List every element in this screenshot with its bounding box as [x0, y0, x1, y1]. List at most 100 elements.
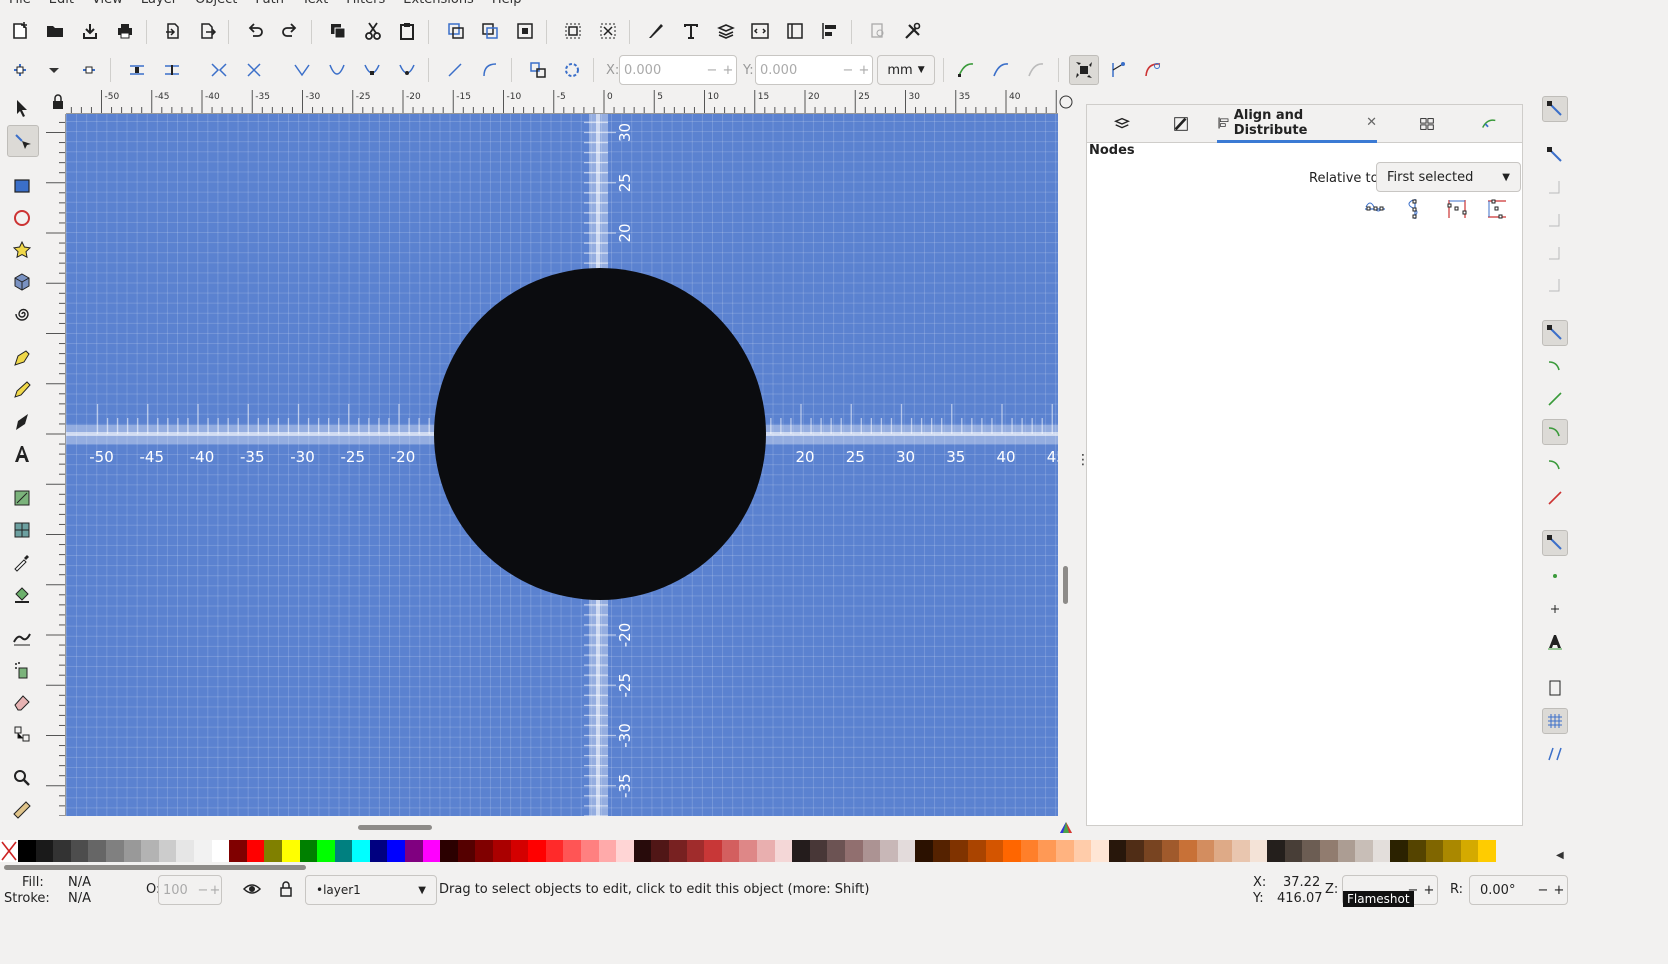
color-swatch[interactable] — [264, 840, 282, 862]
fill-value[interactable]: N/A — [68, 875, 91, 890]
color-swatch[interactable] — [88, 840, 106, 862]
color-swatch[interactable] — [1425, 840, 1444, 862]
color-swatch[interactable] — [1214, 840, 1232, 862]
color-swatch[interactable] — [1478, 840, 1496, 862]
new-document-button[interactable] — [7, 18, 33, 44]
color-swatch[interactable] — [1056, 840, 1074, 862]
node-smooth-button[interactable] — [324, 57, 350, 83]
color-swatch[interactable] — [53, 840, 71, 862]
tab-fill-stroke[interactable] — [1161, 105, 1201, 143]
color-swatch[interactable] — [422, 840, 441, 862]
snap-bbox-corner-button[interactable] — [1542, 207, 1568, 233]
export-button[interactable] — [194, 18, 220, 44]
color-swatch[interactable] — [897, 840, 916, 862]
color-swatch[interactable] — [1126, 840, 1144, 862]
delete-segment-button[interactable] — [241, 57, 267, 83]
color-swatch[interactable] — [405, 840, 423, 862]
toggle-layer-visibility-button[interactable] — [242, 879, 266, 901]
color-swatch[interactable] — [932, 840, 951, 862]
color-swatch[interactable] — [510, 840, 529, 862]
mesh-tool[interactable] — [9, 517, 35, 543]
stroke-to-path-button[interactable] — [559, 57, 585, 83]
color-swatch[interactable] — [334, 840, 353, 862]
rectangle-tool[interactable] — [9, 173, 35, 199]
next-path-effect-button[interactable] — [953, 57, 979, 83]
snap-bbox-midpoint-button[interactable] — [1542, 240, 1568, 266]
color-swatch[interactable] — [70, 840, 89, 862]
color-swatch[interactable] — [528, 840, 546, 862]
duplicate-button[interactable] — [443, 18, 469, 44]
snap-path-intersection-button[interactable] — [1542, 386, 1568, 412]
color-swatch[interactable] — [299, 840, 318, 862]
distribute-nodes-vertical-button[interactable] — [1485, 197, 1511, 223]
color-swatch[interactable] — [581, 840, 599, 862]
color-swatch[interactable] — [35, 840, 54, 862]
color-swatch[interactable] — [950, 840, 969, 862]
layers-button[interactable] — [713, 18, 739, 44]
no-paint-swatch[interactable] — [0, 840, 18, 862]
color-swatch[interactable] — [440, 840, 458, 862]
align-nodes-vertical-button[interactable] — [1403, 197, 1429, 223]
align-distribute-button[interactable] — [817, 18, 843, 44]
color-swatch[interactable] — [1020, 840, 1039, 862]
join-segment-button[interactable] — [206, 57, 232, 83]
color-swatch[interactable] — [880, 840, 898, 862]
3d-box-tool[interactable] — [9, 269, 35, 295]
snap-object-center-button[interactable] — [1542, 563, 1568, 589]
snap-page-border-button[interactable] — [1542, 675, 1568, 701]
palette-scroll-thumb[interactable] — [4, 865, 306, 870]
node-symmetric-button[interactable] — [359, 57, 385, 83]
open-button[interactable] — [42, 18, 68, 44]
snap-bbox-button[interactable] — [1542, 142, 1568, 168]
node-tool[interactable] — [7, 125, 39, 157]
snap-guide-button[interactable] — [1542, 741, 1568, 767]
tab-path-effects[interactable] — [1469, 105, 1509, 143]
color-swatch[interactable] — [668, 840, 687, 862]
menu-view[interactable]: View — [83, 0, 132, 8]
color-swatch[interactable] — [1319, 840, 1338, 862]
clip-path-button[interactable] — [988, 57, 1014, 83]
plus-icon[interactable]: + — [1421, 883, 1437, 898]
insert-node-button[interactable] — [7, 57, 33, 83]
color-swatch[interactable] — [281, 840, 300, 862]
selector-tool[interactable] — [9, 95, 35, 121]
delete-node-button[interactable] — [76, 57, 102, 83]
color-swatch[interactable] — [1337, 840, 1356, 862]
plus-icon[interactable]: + — [1551, 883, 1567, 898]
color-swatch[interactable] — [352, 840, 370, 862]
color-manage-toggle[interactable] — [1058, 816, 1074, 838]
menu-layer[interactable]: Layer — [132, 0, 186, 8]
snap-cusp-nodes-button[interactable] — [1542, 419, 1568, 445]
x-coordinate-field[interactable]: 0.000 − + — [619, 55, 737, 85]
color-swatch[interactable] — [18, 840, 36, 862]
color-swatch[interactable] — [704, 840, 722, 862]
star-tool[interactable] — [9, 237, 35, 263]
color-swatch[interactable] — [369, 840, 388, 862]
menu-text[interactable]: Text — [293, 0, 337, 8]
color-swatch[interactable] — [1302, 840, 1320, 862]
color-swatch[interactable] — [1355, 840, 1373, 862]
gradient-tool[interactable] — [9, 485, 35, 511]
plus-icon[interactable]: + — [720, 63, 736, 78]
undo-button[interactable] — [242, 18, 268, 44]
color-swatch[interactable] — [193, 840, 212, 862]
ellipse-tool[interactable] — [9, 205, 35, 231]
color-swatch[interactable] — [1407, 840, 1426, 862]
paste-button[interactable] — [394, 18, 420, 44]
color-swatch[interactable] — [141, 840, 159, 862]
color-swatch[interactable] — [229, 840, 247, 862]
dock-resize-handle[interactable]: ⋮ — [1076, 453, 1090, 474]
color-swatch[interactable] — [792, 840, 810, 862]
horizontal-ruler[interactable]: -50 -45 -40 -35 -30 -25 -20 -15 -10 -5 0 5 10 15 20 25 3… — [66, 90, 1058, 114]
color-swatch[interactable] — [1267, 840, 1285, 862]
color-swatch[interactable] — [1231, 840, 1250, 862]
menu-object[interactable]: Object — [186, 0, 246, 8]
color-swatch[interactable] — [633, 840, 652, 862]
color-swatch[interactable] — [651, 840, 669, 862]
black-circle-object[interactable] — [434, 268, 766, 600]
color-swatch[interactable] — [1161, 840, 1180, 862]
measure-tool[interactable] — [9, 797, 35, 823]
snap-grid-button[interactable] — [1542, 708, 1568, 734]
show-transform-handles-button[interactable] — [1069, 55, 1099, 85]
vertical-scrollbar[interactable] — [1058, 114, 1074, 816]
